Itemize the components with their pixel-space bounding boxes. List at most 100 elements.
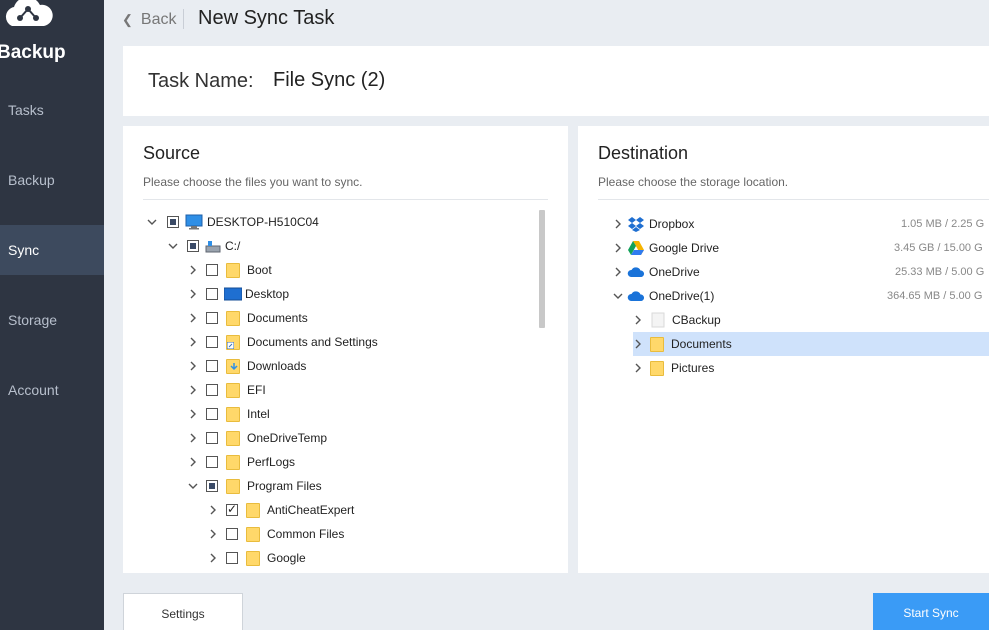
tree-row-folder[interactable]: Desktop xyxy=(188,282,289,306)
folder-icon xyxy=(226,406,240,422)
tree-row-folder-selected[interactable]: Documents xyxy=(633,332,989,356)
chevron-right-icon[interactable] xyxy=(633,315,643,325)
checkbox[interactable] xyxy=(167,216,179,228)
tree-label: Common Files xyxy=(267,527,345,541)
checkbox[interactable] xyxy=(206,288,218,300)
tree-label: C:/ xyxy=(225,239,241,253)
tree-row-folder[interactable]: ✓ AntiCheatExpert xyxy=(208,498,354,522)
checkbox-checked[interactable]: ✓ xyxy=(226,502,238,516)
back-button[interactable]: ❮ Back xyxy=(122,9,176,31)
settings-button[interactable]: Settings xyxy=(123,593,243,630)
page-title: New Sync Task xyxy=(198,7,335,29)
tree-label: Google xyxy=(267,551,306,565)
tree-row-folder[interactable]: Intel xyxy=(188,402,270,426)
checkbox[interactable] xyxy=(187,240,199,252)
tree-row-folder[interactable]: Downloads xyxy=(188,354,306,378)
tree-row-computer[interactable]: DESKTOP-H510C04 xyxy=(147,210,319,234)
app-logo: Backup xyxy=(0,0,104,70)
chevron-right-icon[interactable] xyxy=(188,457,198,467)
tree-row-folder[interactable]: Program Files xyxy=(188,474,322,498)
checkbox[interactable] xyxy=(206,480,218,492)
folder-icon xyxy=(226,478,240,494)
nav-backup[interactable]: Backup xyxy=(0,155,104,205)
chevron-right-icon[interactable] xyxy=(613,267,623,277)
nav-tasks[interactable]: Tasks xyxy=(0,85,104,135)
storage-usage: 364.65 MB / 5.00 G xyxy=(887,290,983,302)
task-name-field[interactable]: File Sync (2) xyxy=(273,69,385,92)
storage-usage: 25.33 MB / 5.00 G xyxy=(895,266,985,278)
chevron-right-icon[interactable] xyxy=(613,243,623,253)
source-subtitle: Please choose the files you want to sync… xyxy=(143,175,363,189)
drive-icon xyxy=(205,238,223,254)
tree-label: Documents and Settings xyxy=(247,335,378,349)
tree-row-cloud[interactable]: Google Drive 3.45 GB / 15.00 G xyxy=(613,236,989,260)
tree-row-folder[interactable]: Documents and Settings xyxy=(188,330,378,354)
nav-account[interactable]: Account xyxy=(0,365,104,415)
chevron-right-icon[interactable] xyxy=(208,505,218,515)
chevron-right-icon[interactable] xyxy=(208,529,218,539)
tree-row-drive[interactable]: C:/ xyxy=(168,234,240,258)
scrollbar[interactable] xyxy=(539,210,545,328)
folder-shortcut-icon xyxy=(226,334,240,350)
tree-row-cloud[interactable]: OneDrive 25.33 MB / 5.00 G xyxy=(613,260,989,284)
onedrive-icon xyxy=(627,264,645,280)
folder-icon xyxy=(650,336,664,352)
checkbox[interactable] xyxy=(206,408,218,420)
chevron-right-icon[interactable] xyxy=(188,433,198,443)
checkbox[interactable] xyxy=(226,528,238,540)
google-drive-icon xyxy=(627,240,645,256)
chevron-right-icon[interactable] xyxy=(188,385,198,395)
checkbox[interactable] xyxy=(206,456,218,468)
chevron-right-icon[interactable] xyxy=(188,289,198,299)
sidebar: Backup Tasks Backup Sync Storage Account xyxy=(0,0,104,630)
tree-row-cloud[interactable]: Dropbox 1.05 MB / 2.25 G xyxy=(613,212,989,236)
tree-label: Intel xyxy=(247,407,270,421)
chevron-down-icon[interactable] xyxy=(613,291,623,301)
tree-label: Documents xyxy=(247,311,308,325)
folder-icon xyxy=(226,382,240,398)
destination-subtitle: Please choose the storage location. xyxy=(598,175,789,189)
storage-usage: 1.05 MB / 2.25 G xyxy=(901,218,985,230)
tree-label: Dropbox xyxy=(649,217,695,231)
storage-usage: 3.45 GB / 15.00 G xyxy=(894,242,983,254)
chevron-down-icon[interactable] xyxy=(188,481,198,491)
tree-row-folder[interactable]: CBackup xyxy=(633,308,989,332)
check-icon: ✓ xyxy=(227,502,238,516)
chevron-down-icon[interactable] xyxy=(147,217,157,227)
tree-row-folder[interactable]: Common Files xyxy=(208,522,344,546)
nav-storage[interactable]: Storage xyxy=(0,295,104,345)
app-name: Backup xyxy=(0,42,66,63)
chevron-right-icon[interactable] xyxy=(633,339,643,349)
folder-icon xyxy=(246,550,260,566)
computer-icon xyxy=(185,214,203,230)
chevron-right-icon[interactable] xyxy=(188,337,198,347)
chevron-right-icon[interactable] xyxy=(188,265,198,275)
divider xyxy=(598,199,989,200)
tree-row-folder[interactable]: Google xyxy=(208,546,306,570)
tree-row-folder[interactable]: Pictures xyxy=(633,356,989,380)
tree-row-folder[interactable]: OneDriveTemp xyxy=(188,426,327,450)
chevron-right-icon[interactable] xyxy=(188,409,198,419)
tree-row-folder[interactable]: Boot xyxy=(188,258,272,282)
tree-row-cloud[interactable]: OneDrive(1) 364.65 MB / 5.00 G xyxy=(613,284,989,308)
chevron-right-icon[interactable] xyxy=(613,219,623,229)
chevron-right-icon[interactable] xyxy=(188,313,198,323)
tree-label: PerfLogs xyxy=(247,455,296,469)
chevron-right-icon[interactable] xyxy=(633,363,643,373)
checkbox[interactable] xyxy=(206,432,218,444)
checkbox[interactable] xyxy=(226,552,238,564)
chevron-down-icon[interactable] xyxy=(168,241,178,251)
checkbox[interactable] xyxy=(206,360,218,372)
chevron-right-icon[interactable] xyxy=(208,553,218,563)
checkbox[interactable] xyxy=(206,264,218,276)
chevron-right-icon[interactable] xyxy=(188,361,198,371)
checkbox[interactable] xyxy=(206,336,218,348)
folder-icon xyxy=(226,262,240,278)
tree-row-folder[interactable]: PerfLogs xyxy=(188,450,295,474)
checkbox[interactable] xyxy=(206,312,218,324)
tree-row-folder[interactable]: Documents xyxy=(188,306,308,330)
checkbox[interactable] xyxy=(206,384,218,396)
tree-row-folder[interactable]: EFI xyxy=(188,378,266,402)
start-sync-button[interactable]: Start Sync xyxy=(873,593,989,630)
nav-sync[interactable]: Sync xyxy=(0,225,104,275)
